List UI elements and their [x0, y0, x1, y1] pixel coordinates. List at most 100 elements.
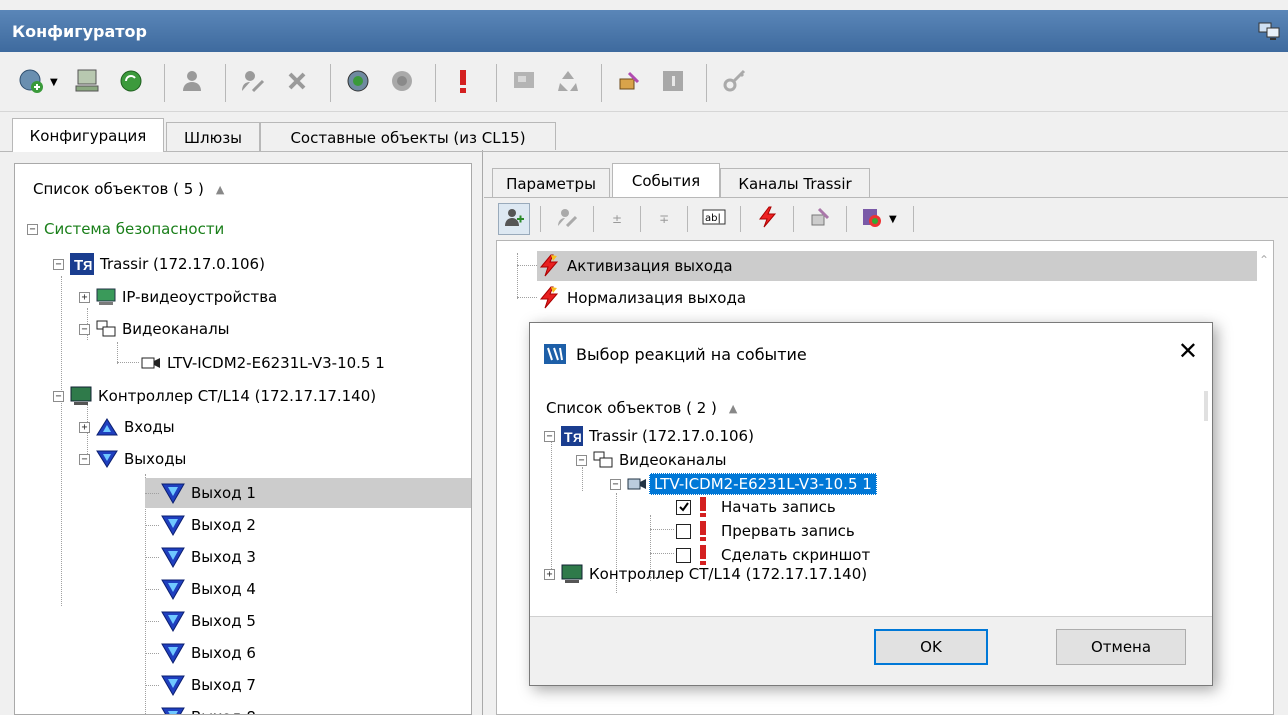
tree-item-output[interactable]: Выход 7 — [145, 670, 256, 700]
collapse-icon[interactable]: − — [576, 454, 587, 466]
refresh-button[interactable] — [112, 64, 150, 102]
map-icon — [510, 67, 538, 99]
tree-item-output[interactable]: Выход 3 — [145, 542, 256, 572]
tree-item-output[interactable]: Выход 8 — [145, 702, 256, 714]
delete-button[interactable] — [278, 64, 316, 102]
svg-text:T: T — [564, 429, 573, 445]
collapse-icon[interactable]: − — [544, 430, 555, 442]
tab-parameters[interactable]: Параметры — [492, 168, 610, 198]
title-bar: Конфигуратор — [0, 10, 1288, 52]
tab-configuration[interactable]: Конфигурация — [12, 118, 164, 152]
expand-icon[interactable]: + — [79, 421, 90, 433]
dialog-object-tree[interactable]: Список объектов ( 2 ) ▲ − TЯ Trassir (17… — [530, 385, 1212, 617]
tools-event-button[interactable] — [804, 203, 836, 235]
object-tree-panel[interactable]: Список объектов ( 5 ) ▲ − Система безопа… — [14, 163, 472, 715]
edit-event-button[interactable] — [551, 203, 583, 235]
user-button[interactable] — [173, 64, 211, 102]
collapse-icon[interactable]: − — [53, 258, 64, 270]
tree-item-output[interactable]: Выход 1 — [145, 478, 471, 508]
app-logo-icon — [544, 344, 566, 364]
scroll-up-icon[interactable]: ⌃ — [1259, 253, 1269, 267]
collapse-icon[interactable]: − — [79, 453, 90, 465]
output-triangle-icon — [161, 610, 185, 632]
sort-up-icon[interactable]: ▲ — [216, 183, 224, 196]
edit-user-button[interactable] — [234, 64, 272, 102]
tree-item-ip-devices[interactable]: + IP-видеоустройства — [79, 284, 277, 310]
move-up-button[interactable]: ± — [604, 203, 630, 235]
tools-button[interactable] — [610, 64, 648, 102]
collapse-icon[interactable]: − — [610, 478, 621, 490]
add-event-button[interactable] — [498, 203, 530, 235]
lightning-icon — [537, 286, 561, 310]
tree-root-security-system[interactable]: − Система безопасности — [27, 216, 224, 242]
collapse-icon[interactable]: − — [79, 323, 90, 335]
tab-trassir-channels[interactable]: Каналы Trassir — [720, 168, 870, 198]
dialog-tree-item-videochannels[interactable]: − Видеоканалы — [576, 447, 727, 473]
dialog-tree-item-trassir[interactable]: − TЯ Trassir (172.17.0.106) — [544, 423, 754, 449]
output-triangle-icon — [161, 514, 185, 536]
tree-item-output[interactable]: Выход 6 — [145, 638, 256, 668]
tree-item-output[interactable]: Выход 4 — [145, 574, 256, 604]
dialog-tree-item-controller[interactable]: + Контроллер CT/L14 (172.17.17.140) — [544, 561, 867, 587]
right-tabs-baseline — [484, 197, 1288, 198]
close-icon[interactable]: ✕ — [1178, 339, 1198, 363]
collapse-icon[interactable]: − — [53, 390, 64, 402]
tree-item-camera[interactable]: LTV-ICDM2-E6231L-V3-10.5 1 — [141, 350, 385, 376]
tree-item-controller[interactable]: − Контроллер CT/L14 (172.17.17.140) — [53, 382, 376, 410]
event-reactions-button[interactable] — [751, 203, 783, 235]
trassir-icon: TЯ — [561, 426, 583, 446]
add-object-button[interactable] — [12, 64, 50, 102]
reaction-action-item[interactable]: Начать запись — [676, 495, 836, 519]
unchecked-checkbox[interactable] — [676, 523, 691, 539]
event-item-normalization[interactable]: Нормализация выхода — [537, 283, 746, 313]
alarm-button[interactable] — [444, 64, 482, 102]
expand-icon[interactable]: + — [544, 568, 555, 580]
tab-composite-objects[interactable]: Составные объекты (из CL15) — [260, 122, 556, 152]
map-button[interactable] — [505, 64, 543, 102]
dialog-tree-item-camera[interactable]: − LTV-ICDM2-E6231L-V3-10.5 1 — [610, 471, 877, 497]
reaction-action-item[interactable]: Прервать запись — [676, 519, 855, 543]
network-button[interactable] — [68, 64, 106, 102]
expand-icon[interactable]: + — [79, 291, 90, 303]
camera-icon — [627, 477, 647, 491]
object-list-header[interactable]: Список объектов ( 5 ) ▲ — [33, 176, 224, 202]
tree-item-outputs[interactable]: − Выходы — [79, 446, 186, 472]
tree-item-videochannels[interactable]: − Видеоканалы — [79, 316, 230, 342]
tree-item-output[interactable]: Выход 2 — [145, 510, 256, 540]
connect-button[interactable] — [339, 64, 377, 102]
dropdown-arrow-icon[interactable]: ▼ — [50, 77, 58, 88]
rename-button[interactable]: ab| — [698, 203, 730, 235]
tree-item-trassir[interactable]: − TЯ Trassir (172.17.0.106) — [53, 250, 265, 278]
output-triangle-icon — [161, 674, 185, 696]
tab-events[interactable]: События — [612, 163, 720, 197]
script-button[interactable] — [855, 203, 887, 235]
sort-up-icon[interactable]: ▲ — [729, 402, 737, 415]
info-button[interactable] — [654, 64, 692, 102]
toolbar-separator — [434, 63, 436, 102]
recycle-button[interactable] — [549, 64, 587, 102]
tree-item-output-label: Выход 1 — [191, 484, 256, 502]
camera-icon — [141, 356, 161, 370]
scrollbar[interactable] — [1204, 391, 1208, 421]
checked-checkbox[interactable] — [676, 499, 691, 515]
tools-icon — [615, 67, 643, 99]
tree-item-output-label: Выход 5 — [191, 612, 256, 630]
disconnect-button[interactable] — [383, 64, 421, 102]
move-down-button[interactable]: ∓ — [651, 203, 677, 235]
cancel-button[interactable]: Отмена — [1056, 629, 1186, 665]
event-item-activation[interactable]: Активизация выхода — [537, 251, 1257, 281]
network-icon — [73, 67, 101, 99]
keys-button[interactable] — [715, 64, 753, 102]
ok-button[interactable]: OK — [874, 629, 988, 665]
output-triangle-icon — [161, 642, 185, 664]
reaction-dialog: Выбор реакций на событие ✕ Список объект… — [529, 322, 1213, 686]
toolbar-separator — [163, 63, 165, 102]
collapse-icon[interactable]: − — [27, 223, 38, 235]
move-up-icon: ± — [611, 212, 623, 226]
dialog-list-header[interactable]: Список объектов ( 2 ) ▲ — [546, 395, 737, 421]
tree-item-output[interactable]: Выход 5 — [145, 606, 256, 636]
tree-item-inputs[interactable]: + Входы — [79, 414, 175, 440]
dropdown-arrow-icon[interactable]: ▼ — [889, 214, 897, 225]
output-triangle-icon — [161, 578, 185, 600]
tab-gateways[interactable]: Шлюзы — [166, 122, 260, 152]
